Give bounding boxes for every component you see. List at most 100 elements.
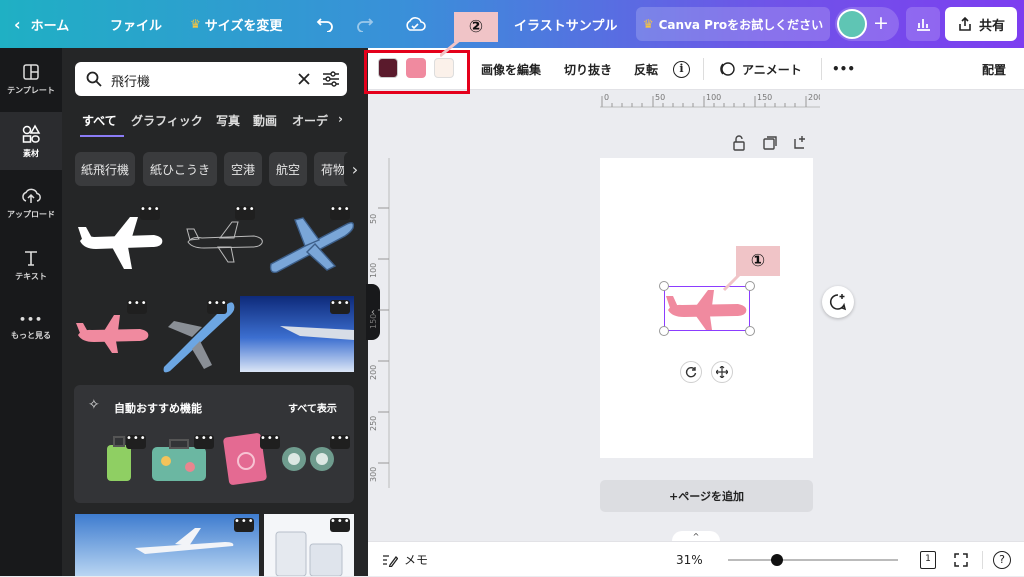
crown-icon: ♛	[642, 17, 654, 31]
more-options-icon[interactable]: •••	[330, 205, 350, 220]
see-all-link[interactable]: すべて表示	[288, 400, 337, 415]
tabs-scroll-right-icon[interactable]: ›	[338, 112, 343, 126]
collaborators[interactable]: +	[835, 7, 899, 41]
more-options-icon[interactable]: •••	[194, 434, 214, 449]
tab-graphics[interactable]: グラフィック	[131, 112, 203, 129]
ruler-tick-label: 100	[706, 93, 721, 102]
more-options-icon[interactable]: •••	[330, 299, 350, 314]
undo-icon	[316, 18, 333, 32]
more-tools-button[interactable]: •••	[832, 48, 855, 90]
design-title[interactable]: イラストサンプル	[514, 0, 617, 48]
info-button[interactable]: i	[673, 48, 690, 90]
chip-aviation[interactable]: 航空	[269, 152, 307, 186]
rotate-button[interactable]	[680, 361, 702, 383]
search-icon	[86, 71, 102, 87]
top-bar: ‹ ホーム ファイル ♛ サイズを変更 イラストサンプル ♛ Canva Pro…	[0, 0, 1024, 48]
content-tabs: すべて グラフィック 写真 動画 オーデ ›	[62, 110, 368, 138]
position-button[interactable]: 配置	[982, 48, 1006, 90]
tab-videos[interactable]: 動画	[253, 112, 277, 129]
callout-two: ②	[454, 12, 498, 42]
tab-photos[interactable]: 写真	[216, 112, 240, 129]
toolbar-divider	[703, 58, 704, 80]
rail-item-uploads[interactable]: アップロード	[0, 174, 62, 232]
try-pro-button[interactable]: ♛ Canva Proをお試しください	[636, 7, 830, 41]
zoom-slider[interactable]	[728, 559, 898, 561]
animate-button[interactable]: アニメート	[718, 48, 802, 90]
ruler-tick-label: 200	[369, 365, 378, 380]
rail-item-text[interactable]: テキスト	[0, 236, 62, 294]
crown-icon: ♛	[190, 17, 201, 31]
zoom-slider-knob[interactable]	[771, 554, 783, 566]
zoom-level[interactable]: 31%	[676, 542, 703, 577]
avatar[interactable]	[837, 9, 867, 39]
lock-icon[interactable]	[732, 135, 746, 151]
redo-button[interactable]	[356, 0, 374, 48]
share-button[interactable]: 共有	[945, 7, 1017, 41]
ruler-tick-label: 150	[757, 93, 772, 102]
tab-audio[interactable]: オーデ	[292, 112, 330, 129]
move-button[interactable]	[711, 361, 733, 383]
add-collaborator-icon[interactable]: +	[873, 12, 889, 34]
rail-item-more[interactable]: ••• もっと見る	[0, 298, 62, 356]
cloud-save-button[interactable]	[404, 0, 426, 48]
resize-button[interactable]: ♛ サイズを変更	[190, 0, 282, 48]
binoculars-graphic[interactable]	[278, 437, 338, 477]
more-icon: •••	[18, 313, 44, 326]
airliner-photo[interactable]	[75, 514, 259, 576]
flip-button[interactable]: 反転	[634, 48, 658, 90]
edit-image-button[interactable]: 画像を編集	[481, 48, 541, 90]
rail-item-templates[interactable]: テンプレート	[0, 50, 62, 108]
bottom-bar: メモ 31% 1 ?	[368, 541, 1024, 576]
ruler-tick-label: 250	[369, 416, 378, 431]
sparkle-icon: ✧	[88, 397, 100, 413]
add-page-button[interactable]: +ページを追加	[600, 480, 813, 512]
more-options-icon[interactable]: •••	[126, 434, 146, 449]
resize-handle[interactable]	[745, 326, 755, 336]
elements-icon	[22, 123, 41, 143]
chip-paper-plane[interactable]: 紙飛行機	[75, 152, 135, 186]
resize-handle[interactable]	[659, 326, 669, 336]
white-plane-graphic[interactable]	[74, 213, 166, 273]
fullscreen-icon	[954, 552, 968, 567]
chip-airport[interactable]: 空港	[224, 152, 262, 186]
filter-icon[interactable]	[322, 71, 340, 87]
clear-icon[interactable]	[297, 72, 311, 86]
help-icon: ?	[993, 550, 1011, 569]
more-options-icon[interactable]: •••	[207, 299, 227, 314]
more-options-icon[interactable]: •••	[330, 434, 350, 449]
more-options-icon[interactable]: •••	[235, 205, 255, 220]
bar-chart-icon	[917, 19, 930, 31]
duplicate-page-icon[interactable]	[762, 135, 778, 151]
tab-all[interactable]: すべて	[82, 112, 117, 129]
home-button[interactable]: ‹ ホーム	[14, 0, 69, 48]
add-page-icon[interactable]	[792, 134, 808, 150]
help-button[interactable]: ?	[993, 542, 1011, 577]
page-count-button[interactable]: 1	[920, 542, 936, 577]
search-value[interactable]: 飛行機	[111, 71, 150, 90]
search-input[interactable]: 飛行機	[75, 62, 347, 96]
chips-scroll-right-icon[interactable]: ›	[344, 152, 366, 186]
crop-button[interactable]: 切り抜き	[564, 48, 612, 90]
more-options-icon[interactable]: •••	[330, 517, 350, 532]
insights-button[interactable]	[906, 7, 940, 41]
sketch-plane-graphic[interactable]	[184, 216, 266, 266]
more-options-icon[interactable]: •••	[234, 517, 254, 532]
resize-handle[interactable]	[659, 281, 669, 291]
comment-button[interactable]	[822, 286, 854, 318]
blue-plane-graphic[interactable]	[265, 210, 357, 278]
chip-paper-plane-hiragana[interactable]: 紙ひこうき	[143, 152, 217, 186]
redo-icon	[357, 18, 374, 32]
notes-button[interactable]: メモ	[382, 542, 428, 577]
undo-button[interactable]	[316, 0, 334, 48]
resize-label: サイズを変更	[204, 18, 283, 34]
rail-item-label: もっと見る	[11, 331, 51, 340]
fullscreen-button[interactable]	[954, 542, 968, 577]
rail-item-elements[interactable]: 素材	[0, 112, 62, 170]
more-options-icon[interactable]: •••	[127, 299, 147, 314]
text-icon	[25, 250, 37, 266]
animate-icon	[720, 62, 735, 76]
add-comment-icon	[829, 294, 847, 311]
more-options-icon[interactable]: •••	[140, 205, 160, 220]
more-options-icon[interactable]: •••	[260, 434, 280, 449]
file-menu[interactable]: ファイル	[110, 0, 162, 48]
